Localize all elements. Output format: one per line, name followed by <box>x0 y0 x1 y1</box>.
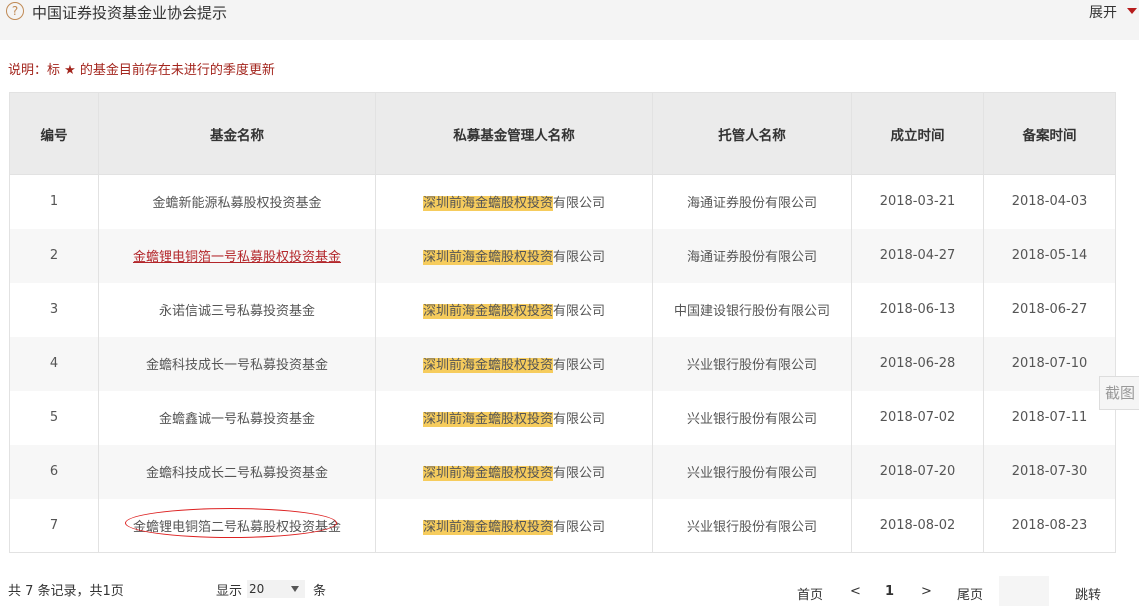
caret-down-icon <box>291 586 299 592</box>
table-header-row: 编号 基金名称 私募基金管理人名称 托管人名称 成立时间 备案时间 <box>9 92 1116 175</box>
current-page[interactable]: 1 <box>885 584 894 599</box>
screenshot-tab[interactable]: 截图 <box>1099 376 1139 410</box>
table-row: 7 金蟾锂电铜箔二号私募股权投资基金 深圳前海金蟾股权投资有限公司 兴业银行股份… <box>9 498 1116 553</box>
cell-manager[interactable]: 深圳前海金蟾股权投资有限公司 <box>375 390 653 445</box>
cell-established: 2018-03-21 <box>851 174 984 229</box>
page-size-select[interactable]: 20 <box>247 580 305 598</box>
cell-fund-name[interactable]: 金蟾新能源私募股权投资基金 <box>98 174 376 229</box>
fund-name-text: 金蟾锂电铜箔二号私募股权投资基金 <box>132 519 341 535</box>
cell-manager[interactable]: 深圳前海金蟾股权投资有限公司 <box>375 174 653 229</box>
cell-fund-name[interactable]: 金蟾科技成长一号私募投资基金 <box>98 336 376 391</box>
cell-no: 3 <box>9 282 99 337</box>
table-row: 2 金蟾锂电铜箔一号私募股权投资基金 深圳前海金蟾股权投资有限公司 海通证券股份… <box>9 228 1116 283</box>
table-row: 3 永诺信诚三号私募投资基金 深圳前海金蟾股权投资有限公司 中国建设银行股份有限… <box>9 282 1116 337</box>
cell-fund-name[interactable]: 金蟾科技成长二号私募投资基金 <box>98 444 376 499</box>
next-page-button[interactable]: > <box>921 584 932 599</box>
manager-suffix: 有限公司 <box>553 304 606 319</box>
manager-suffix: 有限公司 <box>553 519 606 535</box>
cell-established: 2018-07-02 <box>851 390 984 445</box>
cell-established: 2018-06-28 <box>851 336 984 391</box>
fund-link[interactable]: 金蟾锂电铜箔一号私募股权投资基金 <box>133 250 341 265</box>
notice-title: 中国证券投资基金业协会提示 <box>32 4 228 22</box>
highlight-text: 深圳前海金蟾股权投资 <box>422 519 553 535</box>
help-icon[interactable]: ? <box>6 2 24 20</box>
table-row: 6 金蟾科技成长二号私募投资基金 深圳前海金蟾股权投资有限公司 兴业银行股份有限… <box>9 444 1116 499</box>
cell-filed: 2018-08-23 <box>983 498 1116 553</box>
cell-fund-name[interactable]: 金蟾鑫诚一号私募投资基金 <box>98 390 376 445</box>
circled-fund-name[interactable]: 金蟾锂电铜箔二号私募股权投资基金 <box>124 507 341 538</box>
cell-fund-name[interactable]: 永诺信诚三号私募投资基金 <box>98 282 376 337</box>
header-no: 编号 <box>9 92 99 175</box>
last-page-button[interactable]: 尾页 <box>957 584 983 603</box>
cell-no: 5 <box>9 390 99 445</box>
cell-filed: 2018-05-14 <box>983 228 1116 283</box>
cell-filed: 2018-04-03 <box>983 174 1116 229</box>
highlight-text: 深圳前海金蟾股权投资 <box>422 466 553 481</box>
cell-filed: 2018-07-10 <box>983 336 1116 391</box>
cell-filed: 2018-07-30 <box>983 444 1116 499</box>
cell-custodian: 兴业银行股份有限公司 <box>652 390 852 445</box>
page-size-label: 显示 <box>216 584 243 599</box>
cell-manager[interactable]: 深圳前海金蟾股权投资有限公司 <box>375 282 653 337</box>
cell-no: 2 <box>9 228 99 283</box>
first-page-button[interactable]: 首页 <box>797 584 823 603</box>
record-count: 共 7 条记录，共1页 <box>8 584 124 599</box>
cell-custodian: 兴业银行股份有限公司 <box>652 336 852 391</box>
manager-suffix: 有限公司 <box>553 358 606 373</box>
cell-no: 4 <box>9 336 99 391</box>
cell-custodian: 兴业银行股份有限公司 <box>652 498 852 553</box>
cell-no: 7 <box>9 498 99 553</box>
page-size-value: 20 <box>249 582 265 596</box>
manager-suffix: 有限公司 <box>553 466 606 481</box>
highlight-text: 深圳前海金蟾股权投资 <box>422 412 553 427</box>
legend-note: 说明：标 ★ 的基金目前存在未进行的季度更新 <box>8 63 275 78</box>
cell-custodian: 海通证券股份有限公司 <box>652 228 852 283</box>
table-row: 1 金蟾新能源私募股权投资基金 深圳前海金蟾股权投资有限公司 海通证券股份有限公… <box>9 174 1116 229</box>
prev-page-button[interactable]: < <box>850 584 861 599</box>
page-size-unit: 条 <box>313 584 327 599</box>
cell-no: 6 <box>9 444 99 499</box>
header-established: 成立时间 <box>851 92 984 175</box>
cell-filed: 2018-07-11 <box>983 390 1116 445</box>
cell-no: 1 <box>9 174 99 229</box>
highlight-text: 深圳前海金蟾股权投资 <box>422 196 553 212</box>
pagination-bar: 共 7 条记录，共1页 显示 20 条 首页 < 1 > 尾页 跳转 <box>0 572 1139 615</box>
header-fund-name: 基金名称 <box>98 92 376 175</box>
cell-manager[interactable]: 深圳前海金蟾股权投资有限公司 <box>375 444 653 499</box>
expand-button[interactable]: 展开 <box>1089 2 1117 22</box>
cell-manager[interactable]: 深圳前海金蟾股权投资有限公司 <box>375 336 653 391</box>
cell-established: 2018-07-20 <box>851 444 984 499</box>
page-jump-input[interactable] <box>999 576 1049 606</box>
manager-suffix: 有限公司 <box>553 196 606 212</box>
header-custodian: 托管人名称 <box>652 92 852 175</box>
cell-custodian: 中国建设银行股份有限公司 <box>652 282 852 337</box>
highlight-text: 深圳前海金蟾股权投资 <box>422 358 553 373</box>
cell-established: 2018-04-27 <box>851 228 984 283</box>
cell-established: 2018-08-02 <box>851 498 984 553</box>
manager-suffix: 有限公司 <box>553 412 606 427</box>
highlight-text: 深圳前海金蟾股权投资 <box>422 250 553 265</box>
caret-down-icon[interactable] <box>1127 8 1137 14</box>
header-manager: 私募基金管理人名称 <box>375 92 653 175</box>
table-row: 5 金蟾鑫诚一号私募投资基金 深圳前海金蟾股权投资有限公司 兴业银行股份有限公司… <box>9 390 1116 445</box>
highlight-text: 深圳前海金蟾股权投资 <box>422 304 553 319</box>
manager-suffix: 有限公司 <box>553 250 606 265</box>
cell-custodian: 海通证券股份有限公司 <box>652 174 852 229</box>
fund-table: 编号 基金名称 私募基金管理人名称 托管人名称 成立时间 备案时间 1 金蟾新能… <box>9 92 1116 553</box>
header-filed: 备案时间 <box>983 92 1116 175</box>
cell-custodian: 兴业银行股份有限公司 <box>652 444 852 499</box>
cell-manager[interactable]: 深圳前海金蟾股权投资有限公司 <box>375 228 653 283</box>
table-row: 4 金蟾科技成长一号私募投资基金 深圳前海金蟾股权投资有限公司 兴业银行股份有限… <box>9 336 1116 391</box>
jump-button[interactable]: 跳转 <box>1075 584 1101 603</box>
cell-filed: 2018-06-27 <box>983 282 1116 337</box>
cell-fund-name[interactable]: 金蟾锂电铜箔一号私募股权投资基金 <box>98 228 376 283</box>
notice-bar: ? 中国证券投资基金业协会提示 展开 <box>0 0 1139 40</box>
cell-fund-name[interactable]: 金蟾锂电铜箔二号私募股权投资基金 <box>98 498 376 553</box>
cell-established: 2018-06-13 <box>851 282 984 337</box>
cell-manager[interactable]: 深圳前海金蟾股权投资有限公司 <box>375 498 653 553</box>
